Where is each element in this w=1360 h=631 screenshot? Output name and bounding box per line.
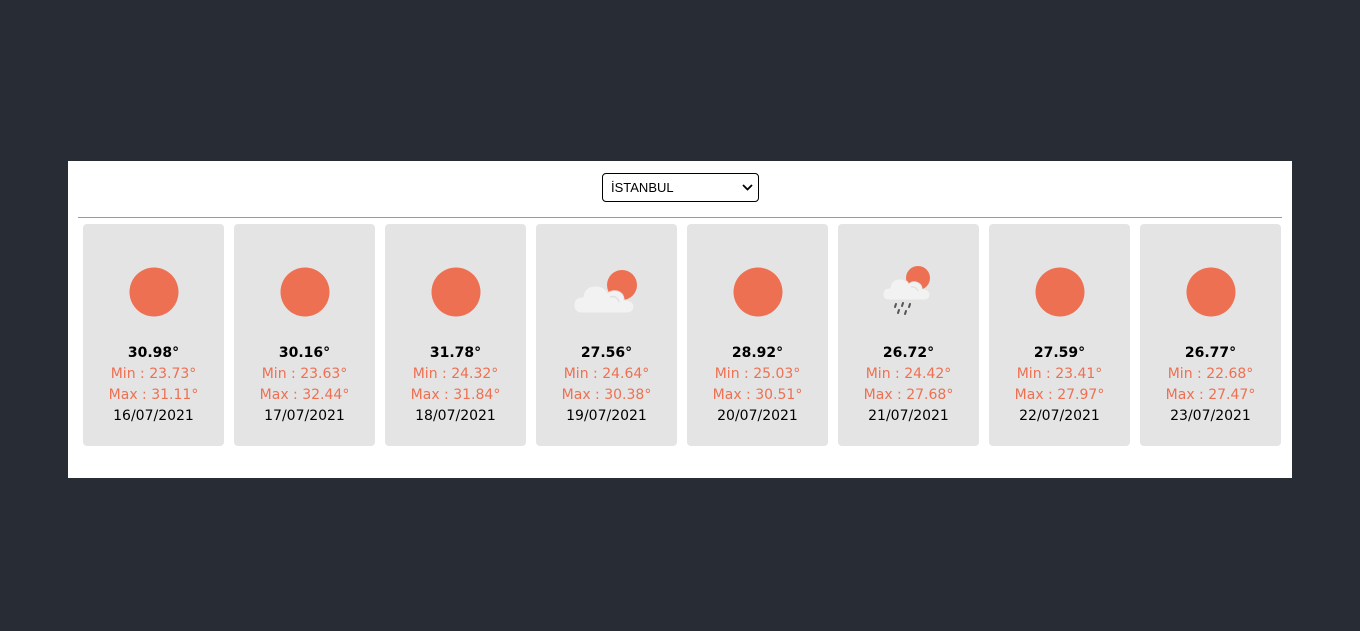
max-temperature: Max : 30.51° xyxy=(712,387,803,403)
min-temperature: Min : 24.64° xyxy=(563,366,650,382)
temperature: 27.59° xyxy=(1033,345,1086,361)
min-temperature: Min : 23.73° xyxy=(110,366,197,382)
sun-icon xyxy=(1140,264,1281,320)
forecast-card: 26.72° Min : 24.42° Max : 27.68° 21/07/2… xyxy=(838,224,979,446)
forecast-card: 28.92° Min : 25.03° Max : 30.51° 20/07/2… xyxy=(687,224,828,446)
sun-icon xyxy=(687,264,828,320)
forecast-card: 31.78° Min : 24.32° Max : 31.84° 18/07/2… xyxy=(385,224,526,446)
max-temperature: Max : 27.47° xyxy=(1165,387,1256,403)
max-temperature: Max : 31.11° xyxy=(108,387,199,403)
temperature: 30.98° xyxy=(127,345,180,361)
min-temperature: Min : 23.63° xyxy=(261,366,348,382)
forecast-card: 26.77° Min : 22.68° Max : 27.47° 23/07/2… xyxy=(1140,224,1281,446)
rain-icon xyxy=(838,264,979,320)
forecast-date: 19/07/2021 xyxy=(566,408,647,424)
temperature: 27.56° xyxy=(580,345,633,361)
weather-panel: İSTANBUL 30.98° Min : 23.73° Max : 31.11… xyxy=(68,161,1292,478)
max-temperature: Max : 30.38° xyxy=(561,387,652,403)
sun-icon xyxy=(989,264,1130,320)
min-temperature: Min : 24.42° xyxy=(865,366,952,382)
forecast-date: 22/07/2021 xyxy=(1019,408,1100,424)
max-temperature: Max : 27.68° xyxy=(863,387,954,403)
forecast-card: 27.59° Min : 23.41° Max : 27.97° 22/07/2… xyxy=(989,224,1130,446)
sun-icon xyxy=(234,264,375,320)
max-temperature: Max : 31.84° xyxy=(410,387,501,403)
max-temperature: Max : 27.97° xyxy=(1014,387,1105,403)
min-temperature: Min : 22.68° xyxy=(1167,366,1254,382)
forecast-date: 21/07/2021 xyxy=(868,408,949,424)
chevron-down-icon xyxy=(736,174,758,201)
forecast-card: 27.56° Min : 24.64° Max : 30.38° 19/07/2… xyxy=(536,224,677,446)
forecast-date: 23/07/2021 xyxy=(1170,408,1251,424)
min-temperature: Min : 24.32° xyxy=(412,366,499,382)
forecast-date: 16/07/2021 xyxy=(113,408,194,424)
sun-icon xyxy=(385,264,526,320)
city-select-value: İSTANBUL xyxy=(611,180,674,195)
temperature: 30.16° xyxy=(278,345,331,361)
max-temperature: Max : 32.44° xyxy=(259,387,350,403)
city-select[interactable]: İSTANBUL xyxy=(602,173,759,202)
forecast-date: 17/07/2021 xyxy=(264,408,345,424)
min-temperature: Min : 23.41° xyxy=(1016,366,1103,382)
forecast-card: 30.98° Min : 23.73° Max : 31.11° 16/07/2… xyxy=(83,224,224,446)
forecast-card: 30.16° Min : 23.63° Max : 32.44° 17/07/2… xyxy=(234,224,375,446)
forecast-date: 20/07/2021 xyxy=(717,408,798,424)
forecast-date: 18/07/2021 xyxy=(415,408,496,424)
temperature: 26.77° xyxy=(1184,345,1237,361)
partly-cloudy-icon xyxy=(536,264,677,320)
temperature: 31.78° xyxy=(429,345,482,361)
divider xyxy=(78,217,1282,218)
sun-icon xyxy=(83,264,224,320)
temperature: 28.92° xyxy=(731,345,784,361)
forecast-list: 30.98° Min : 23.73° Max : 31.11° 16/07/2… xyxy=(83,224,1281,446)
temperature: 26.72° xyxy=(882,345,935,361)
min-temperature: Min : 25.03° xyxy=(714,366,801,382)
